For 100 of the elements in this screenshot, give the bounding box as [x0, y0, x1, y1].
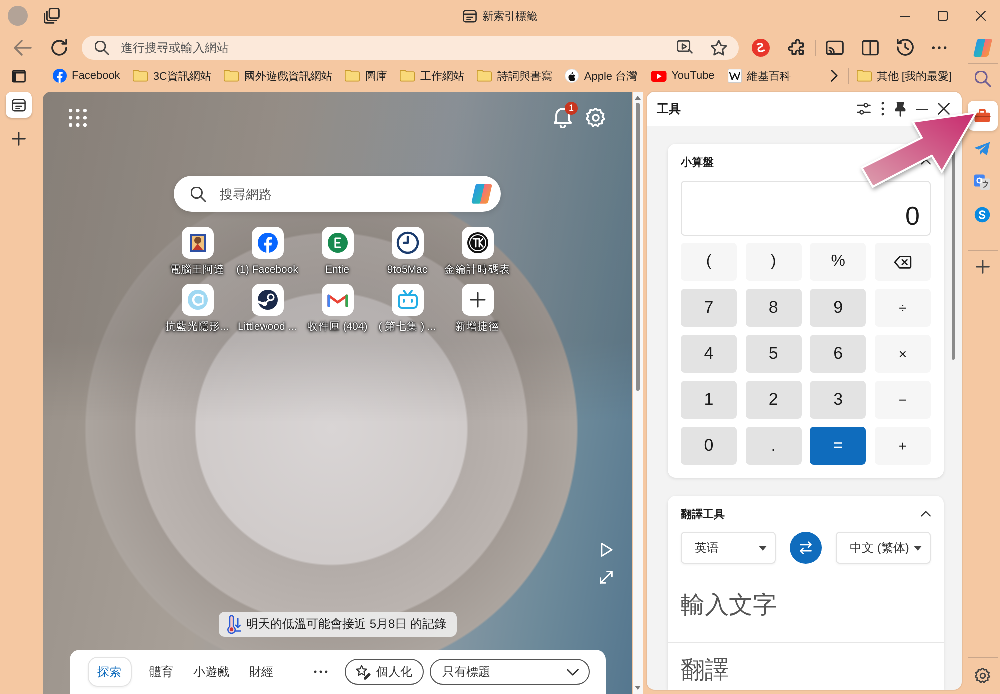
grid-icon[interactable] [69, 109, 87, 127]
layers-icon[interactable] [44, 8, 60, 24]
bookmark-link[interactable]: 國外遊戲資訊網站 [224, 65, 332, 87]
panel-icon[interactable] [12, 70, 26, 82]
plus-icon[interactable] [12, 132, 26, 146]
sidebar-app-button[interactable] [968, 101, 998, 131]
calculator-key[interactable]: 6 [810, 335, 866, 373]
refresh-icon[interactable] [51, 39, 68, 56]
calculator-key[interactable]: ( [681, 243, 737, 281]
address-input[interactable]: 進行搜尋或輸入網站 [121, 40, 665, 54]
bookmark-link[interactable]: 詩詞與書寫 [477, 65, 552, 87]
calculator-key[interactable]: 4 [681, 335, 737, 373]
window-title: 新索引標籤 [482, 10, 538, 24]
search-icon [95, 40, 109, 54]
bookmark-link[interactable]: YouTube [650, 65, 715, 87]
pin-icon[interactable] [895, 102, 906, 116]
puzzle-icon[interactable] [788, 39, 805, 56]
settings-icon[interactable] [974, 668, 990, 684]
plus-icon [462, 284, 494, 316]
clock-icon [392, 227, 424, 259]
calculator-key[interactable]: 2 [746, 381, 802, 419]
caret-icon [914, 546, 922, 550]
swap-button[interactable] [790, 532, 822, 564]
scroll-down-icon[interactable] [635, 686, 641, 690]
bookmark-link[interactable]: Apple 台灣 [565, 65, 638, 87]
calculator-key[interactable]: 1 [681, 381, 737, 419]
star-icon[interactable] [711, 40, 727, 56]
card-title: 翻譯工具 [681, 508, 725, 522]
bookmark-link[interactable]: 其他 [我的最愛] [856, 65, 952, 87]
expand-icon[interactable] [600, 571, 613, 584]
back-icon[interactable] [14, 40, 32, 56]
feed-tab[interactable]: 探索 [88, 657, 132, 687]
feed-tab[interactable]: 財經 [240, 657, 282, 687]
more-icon[interactable] [881, 102, 885, 116]
bookmark-link[interactable]: 維基百科 [728, 65, 791, 87]
translation-input-area[interactable]: 輸入文字 [668, 572, 944, 643]
vertical-tab[interactable] [6, 92, 32, 118]
chevron-right-icon[interactable] [830, 70, 838, 82]
toolbox-icon [974, 108, 991, 124]
language-dropdown[interactable]: 中文 (繁体) [836, 532, 931, 564]
folder-icon [345, 70, 360, 82]
letter-c-icon [182, 284, 214, 316]
search-input[interactable]: 搜尋網路 [220, 186, 457, 202]
scrollbar[interactable] [633, 92, 643, 694]
scrollbar-thumb[interactable] [952, 150, 954, 360]
bookmark-link[interactable]: 工作網站 [400, 65, 464, 87]
calculator-key[interactable]: + [874, 427, 931, 465]
calculator-key[interactable]: ) [746, 243, 802, 281]
calculator-key[interactable]: % [810, 243, 866, 281]
bookmark-link[interactable]: 圖庫 [345, 65, 388, 87]
close-icon[interactable] [938, 103, 950, 115]
language-dropdown[interactable]: 英语 [681, 532, 776, 564]
apple-icon [565, 69, 580, 83]
more-icon[interactable] [932, 46, 947, 50]
search-field[interactable]: 搜尋網路 [174, 176, 501, 212]
minimize-icon[interactable] [916, 108, 928, 110]
circle-logo-icon[interactable] [752, 38, 770, 56]
calculator-key[interactable]: 5 [746, 335, 802, 373]
calculator-key[interactable]: 8 [746, 289, 802, 327]
browser-tab-icon [12, 98, 26, 112]
thermometer-icon [226, 615, 242, 634]
calculator-key[interactable]: = [810, 427, 866, 465]
address-bar[interactable]: 進行搜尋或輸入網站 [82, 36, 739, 60]
calculator-key[interactable]: × [874, 335, 931, 373]
calculator-key[interactable]: 7 [681, 289, 737, 327]
calculator-key[interactable]: 3 [810, 381, 866, 419]
screen-capture-icon[interactable] [677, 40, 693, 55]
chevron-up-icon[interactable] [921, 159, 931, 165]
play-icon[interactable] [600, 543, 612, 557]
feed-tab[interactable]: 體育 [140, 657, 182, 687]
folder-icon [133, 70, 148, 82]
scroll-up-icon[interactable] [635, 96, 641, 100]
calculator-key[interactable]: − [874, 381, 931, 419]
more-icon[interactable] [314, 670, 328, 674]
picture-icon [182, 227, 214, 259]
feed-tab[interactable]: 小遊戲 [184, 657, 238, 687]
calculator-key[interactable]: ÷ [874, 289, 931, 327]
calculator-key[interactable]: 0 [681, 427, 737, 465]
calculator-key[interactable] [874, 243, 931, 281]
personalize-button[interactable]: 個人化 [344, 659, 424, 685]
letter-e-icon [322, 227, 354, 259]
bookmark-link[interactable]: Facebook [53, 65, 120, 87]
chevron-up-icon[interactable] [921, 511, 931, 517]
split-screen-icon[interactable] [862, 40, 879, 56]
chevron-down-icon [566, 668, 578, 676]
sliders-icon[interactable] [857, 103, 871, 115]
layout-dropdown[interactable]: 只有標題 [430, 659, 590, 685]
search-icon[interactable] [974, 71, 990, 87]
scrollbar-thumb[interactable] [636, 103, 640, 391]
bookmark-link[interactable]: 3C資訊網站 [133, 65, 212, 87]
plus-icon[interactable] [976, 260, 990, 274]
maximize-icon[interactable] [938, 11, 948, 21]
cast-icon[interactable] [826, 40, 844, 56]
calculator-key[interactable]: . [746, 427, 802, 465]
history-icon[interactable] [897, 39, 914, 56]
close-icon[interactable] [976, 11, 986, 21]
translate-icon [974, 174, 991, 190]
calculator-key[interactable]: 9 [810, 289, 866, 327]
panel-title: 工具 [657, 100, 681, 118]
weather-alert[interactable]: 明天的低溫可能會接近 5月8日 的記錄 [218, 612, 456, 637]
